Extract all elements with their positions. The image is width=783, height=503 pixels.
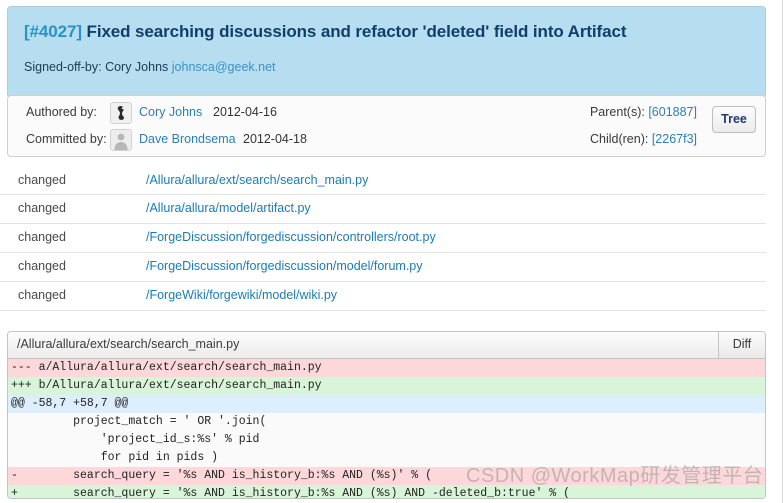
commit-message-body: [#4027] Fixed searching discussions and … [8, 7, 765, 97]
committed-row: Committed by: Dave Brondsema 2012-04-18 … [8, 129, 765, 156]
author-name: Cory Johns [139, 105, 203, 119]
parents-info: Parent(s): [601887] [590, 105, 697, 119]
commit-message-panel: [#4027] Fixed searching discussions and … [7, 6, 766, 98]
diff-line-add: + search_query = '%s AND is_history_b:%s… [8, 485, 765, 498]
diff-body: --- a/Allura/allura/ext/search/search_ma… [8, 359, 765, 498]
diff-line-ctx: for pid in pids ) [8, 449, 765, 467]
file-status: changed [18, 173, 66, 187]
commit-ticket-link[interactable]: [#4027] [24, 22, 82, 41]
table-row: changed/Allura/allura/ext/search/search_… [0, 166, 766, 195]
author-name-link[interactable]: Cory Johns [139, 105, 202, 119]
changed-files-list: changed/Allura/allura/ext/search/search_… [0, 166, 766, 311]
children-label: Child(ren): [589, 132, 652, 146]
parent-commit-link[interactable]: [601887] [648, 105, 697, 119]
committed-by-label: Committed by: [26, 132, 107, 146]
committer-name: Dave Brondsema [139, 132, 236, 146]
table-row: changed/Allura/allura/model/artifact.py [0, 195, 766, 224]
table-row: changed/ForgeDiscussion/forgediscussion/… [0, 253, 766, 282]
authored-by-label: Authored by: [26, 105, 97, 119]
commit-title: [#4027] Fixed searching discussions and … [24, 21, 749, 43]
cory-johns-avatar-icon [110, 102, 132, 124]
diff-line-del: --- a/Allura/allura/ext/search/search_ma… [8, 359, 765, 377]
table-row: changed/ForgeDiscussion/forgediscussion/… [0, 224, 766, 253]
diff-panel: /Allura/allura/ext/search/search_main.py… [7, 331, 766, 499]
authored-row: Authored by: Cory Johns 2012-04-16 Paren… [8, 102, 765, 129]
file-path-link[interactable]: /ForgeWiki/forgewiki/model/wiki.py [146, 288, 337, 302]
diff-line-ctx: 'project_id_s:%s' % pid [8, 431, 765, 449]
children-info: Child(ren): [2267f3] [590, 132, 697, 146]
commit-title-text: Fixed searching discussions and refactor… [86, 22, 627, 41]
diff-header: /Allura/allura/ext/search/search_main.py… [8, 332, 765, 359]
diff-file-path: /Allura/allura/ext/search/search_main.py [17, 337, 240, 351]
child-commit-link[interactable]: [2267f3] [652, 132, 697, 146]
file-status: changed [18, 288, 66, 302]
file-path-link[interactable]: /ForgeDiscussion/forgediscussion/model/f… [146, 259, 423, 273]
signed-off-by-email-link[interactable]: johnsca@geek.net [172, 60, 276, 74]
file-status: changed [18, 259, 66, 273]
table-row: changed/ForgeWiki/forgewiki/model/wiki.p… [0, 282, 766, 311]
commit-detail-page: [#4027] Fixed searching discussions and … [0, 0, 783, 503]
file-status: changed [18, 230, 66, 244]
diff-line-del: - search_query = '%s AND is_history_b:%s… [8, 467, 765, 485]
diff-tab[interactable]: Diff [718, 332, 765, 358]
authored-date: 2012-04-16 [213, 105, 277, 119]
tree-button[interactable]: Tree [712, 106, 756, 133]
diff-line-ctx: project_match = ' OR '.join( [8, 413, 765, 431]
person-silhouette-icon [110, 129, 132, 151]
signed-off-by-text: Signed-off-by: Cory Johns [24, 60, 172, 74]
commit-meta-panel: Authored by: Cory Johns 2012-04-16 Paren… [7, 95, 766, 157]
file-status: changed [18, 201, 66, 215]
committer-name-link[interactable]: Dave Brondsema [139, 132, 236, 146]
committed-date: 2012-04-18 [243, 132, 307, 146]
diff-line-hunk: @@ -58,7 +58,7 @@ [8, 395, 765, 413]
commit-signed-off-line: Signed-off-by: Cory Johns johnsca@geek.n… [24, 59, 749, 75]
file-path-link[interactable]: /Allura/allura/ext/search/search_main.py [146, 173, 368, 187]
parents-label: Parent(s): [589, 105, 649, 119]
file-path-link[interactable]: /ForgeDiscussion/forgediscussion/control… [146, 230, 436, 244]
file-path-link[interactable]: /Allura/allura/model/artifact.py [146, 201, 311, 215]
diff-line-add: +++ b/Allura/allura/ext/search/search_ma… [8, 377, 765, 395]
